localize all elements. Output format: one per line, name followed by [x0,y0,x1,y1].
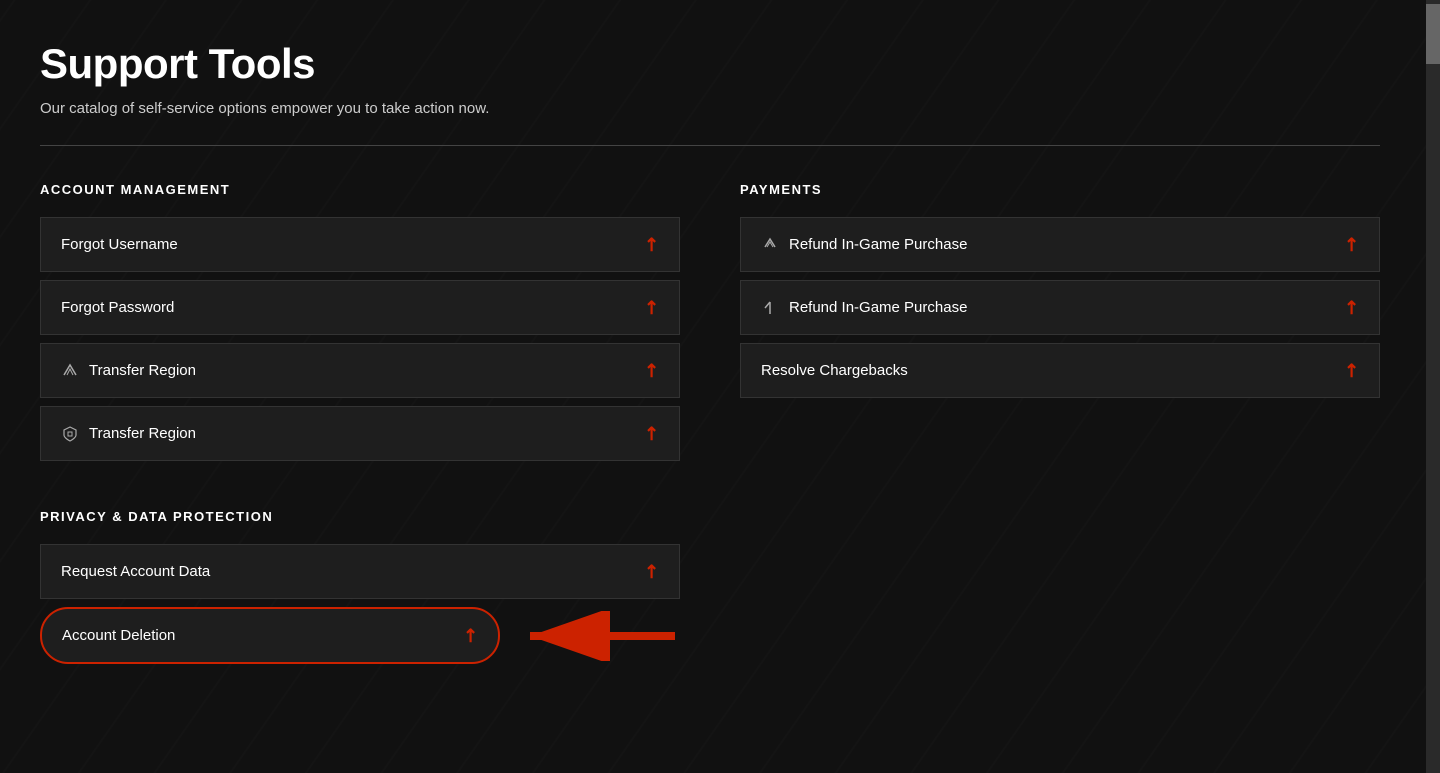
transfer-region-1-item[interactable]: Transfer Region ↗ [40,343,680,398]
resolve-chargebacks-item[interactable]: Resolve Chargebacks ↗ [740,343,1380,398]
account-management-section: ACCOUNT MANAGEMENT Forgot Username ↗ For… [40,182,680,469]
request-account-data-label: Request Account Data [61,563,210,580]
account-deletion-label: Account Deletion [62,627,175,644]
transfer-region-1-arrow-icon: ↗ [639,358,665,384]
forgot-password-item[interactable]: Forgot Password ↗ [40,280,680,335]
transfer-region-2-left: Transfer Region [61,425,196,443]
transfer-region-2-label: Transfer Region [89,425,196,442]
refund-ingame-2-label: Refund In-Game Purchase [789,299,967,316]
account-deletion-item[interactable]: Account Deletion ↗ [40,607,500,664]
refund-ingame-2-arrow-icon: ↗ [1339,295,1365,321]
refund-ingame-1-arrow-icon: ↗ [1339,232,1365,258]
request-account-data-item[interactable]: Request Account Data ↗ [40,544,680,599]
forgot-username-arrow-icon: ↗ [639,232,665,258]
privacy-title: PRIVACY & DATA PROTECTION [40,509,680,524]
refund-ingame-2-item[interactable]: Refund In-Game Purchase ↗ [740,280,1380,335]
controller-icon [761,299,779,317]
refund-ingame-1-item[interactable]: Refund In-Game Purchase ↗ [740,217,1380,272]
forgot-username-label: Forgot Username [61,236,178,253]
account-deletion-arrow-icon: ↗ [458,623,484,649]
refund-ingame-1-label: Refund In-Game Purchase [789,236,967,253]
forgot-password-label: Forgot Password [61,299,174,316]
annotation-arrow [520,611,680,661]
page-subtitle: Our catalog of self-service options empo… [40,100,1380,117]
payments-section: PAYMENTS Refund In-Game Purchase ↗ [740,182,1380,672]
resolve-chargebacks-label: Resolve Chargebacks [761,362,908,379]
resolve-chargebacks-arrow-icon: ↗ [1339,358,1365,384]
transfer-region-1-label: Transfer Region [89,362,196,379]
forgot-password-arrow-icon: ↗ [639,295,665,321]
transfer-region-2-arrow-icon: ↗ [639,421,665,447]
page-title: Support Tools [40,40,1380,88]
coin-icon [761,236,779,254]
valorant-icon [61,362,79,380]
red-arrow-svg [520,611,680,661]
section-divider [40,145,1380,146]
shield-icon [61,425,79,443]
payments-title: PAYMENTS [740,182,1380,197]
refund-ingame-1-left: Refund In-Game Purchase [761,236,967,254]
privacy-section: PRIVACY & DATA PROTECTION Request Accoun… [40,509,680,672]
refund-ingame-2-left: Refund In-Game Purchase [761,299,967,317]
transfer-region-1-left: Transfer Region [61,362,196,380]
request-account-data-arrow-icon: ↗ [639,559,665,585]
account-management-title: ACCOUNT MANAGEMENT [40,182,680,197]
transfer-region-2-item[interactable]: Transfer Region ↗ [40,406,680,461]
forgot-username-item[interactable]: Forgot Username ↗ [40,217,680,272]
account-deletion-row: Account Deletion ↗ [40,607,680,664]
